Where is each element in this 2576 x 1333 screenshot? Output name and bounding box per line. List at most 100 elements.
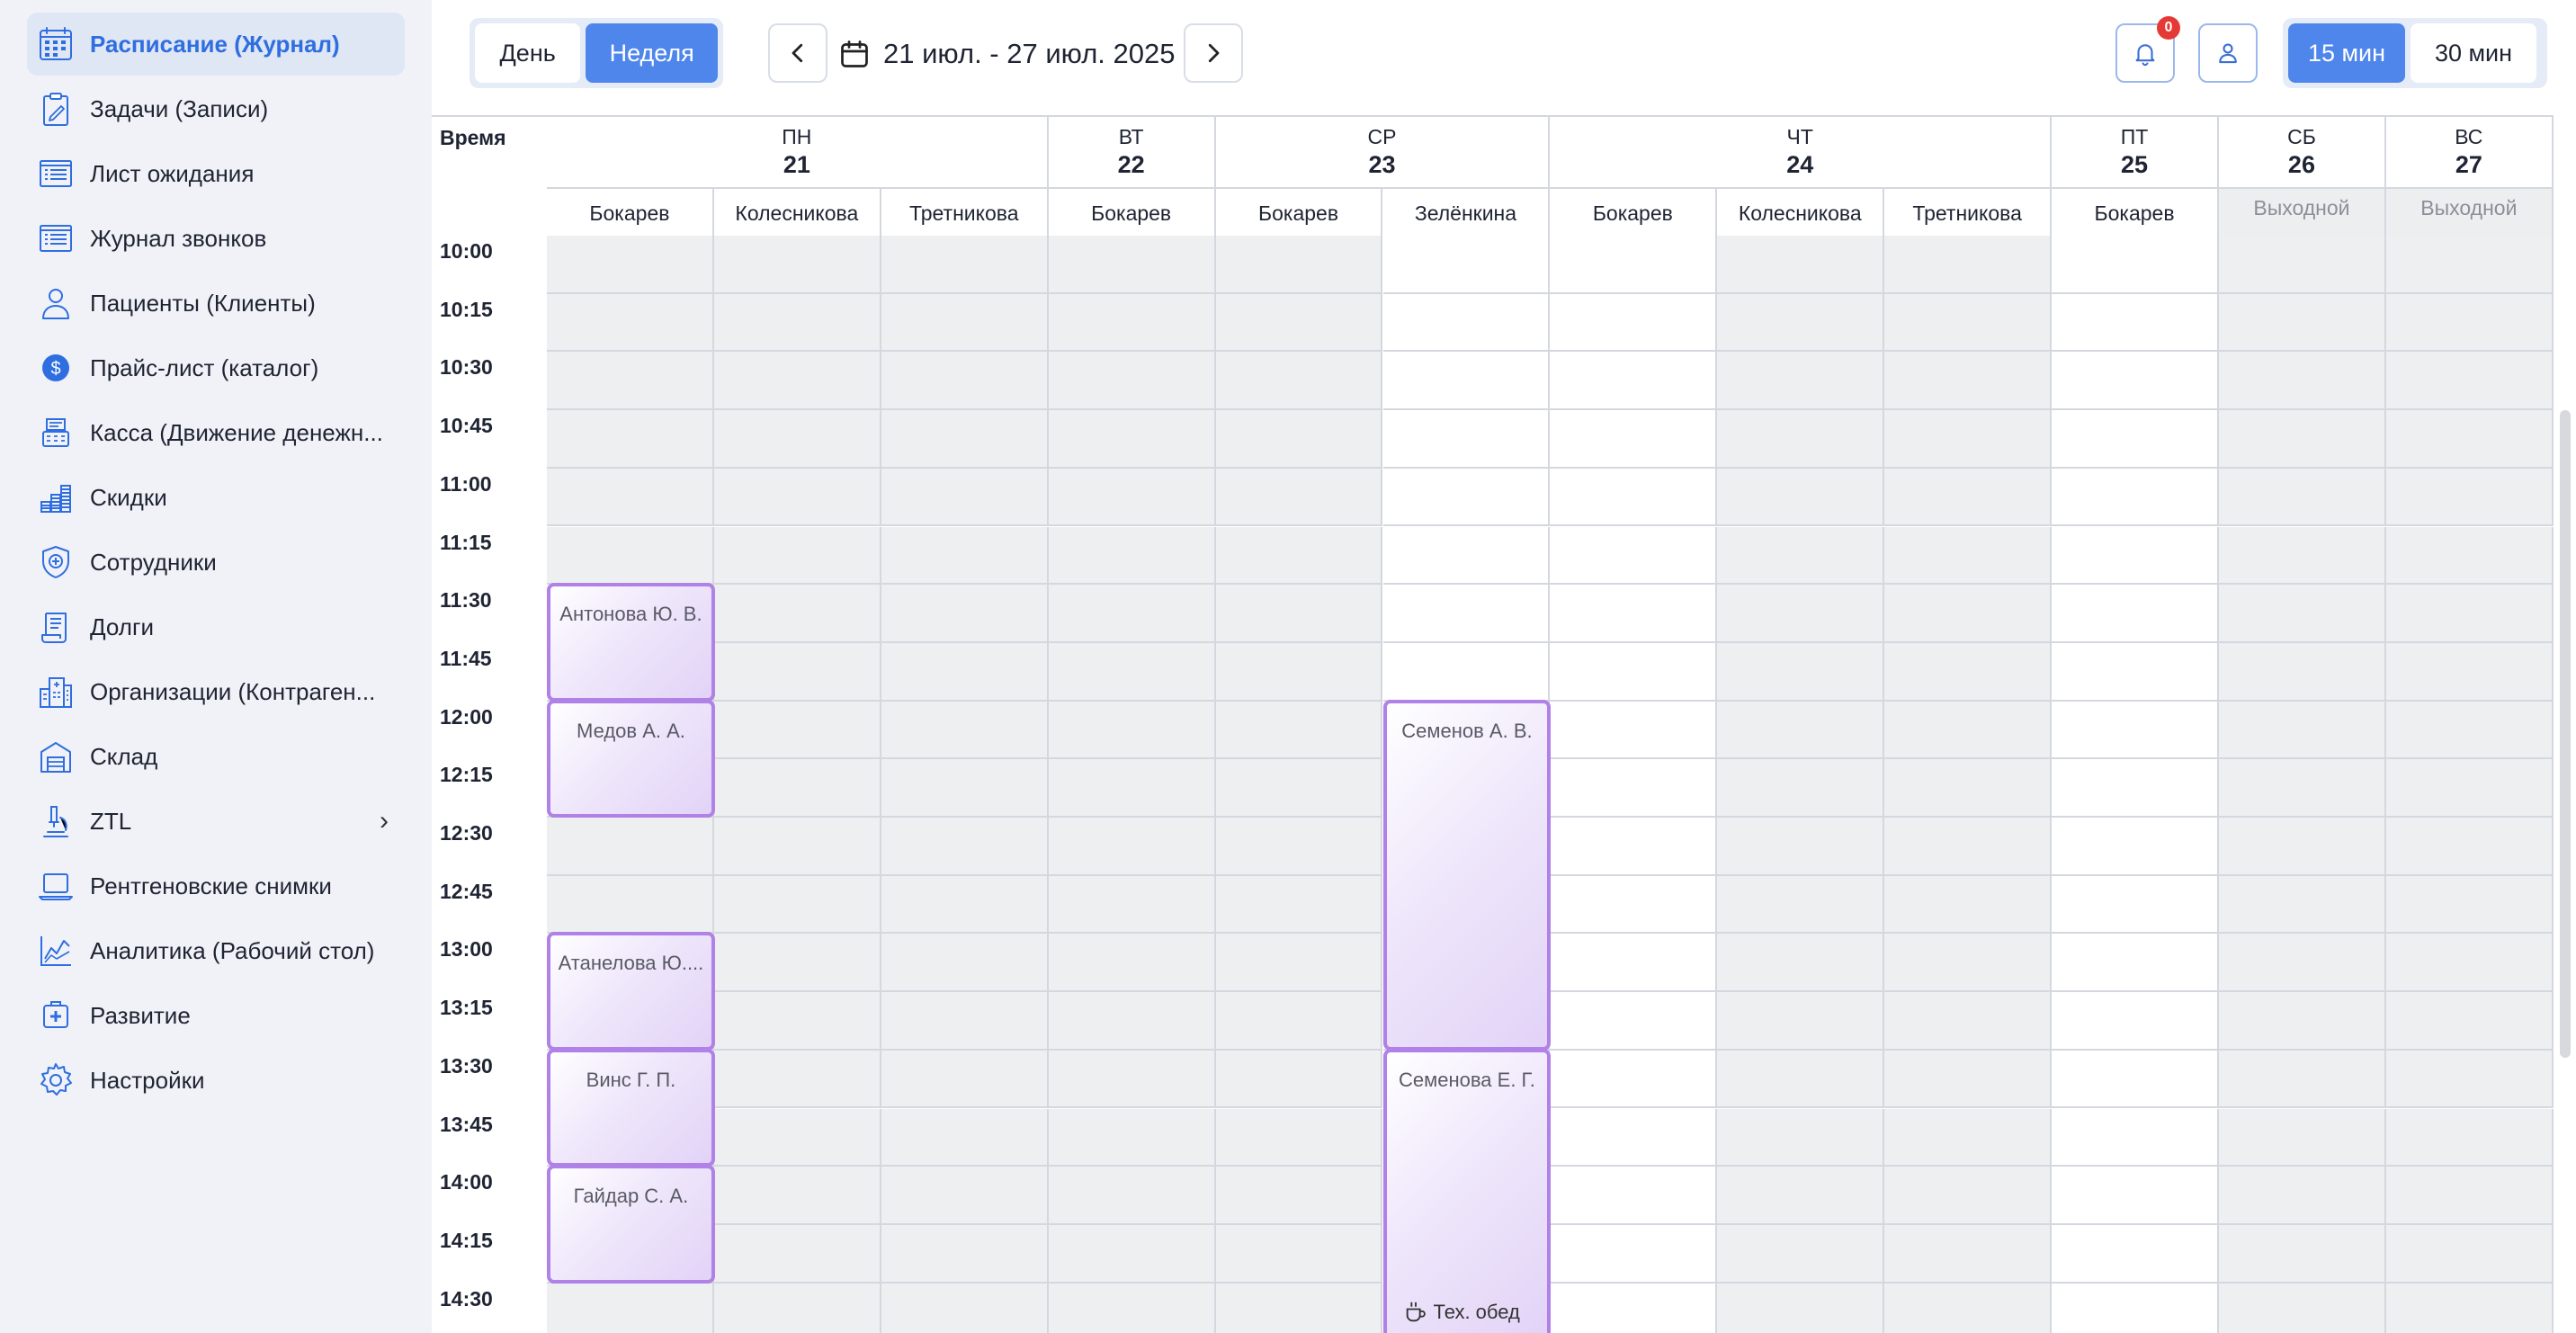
time-slot[interactable]	[1550, 701, 1718, 760]
time-slot[interactable]	[1215, 701, 1383, 760]
time-slot[interactable]	[1048, 1283, 1216, 1333]
sidebar-item-17[interactable]: Настройки	[27, 1049, 405, 1112]
time-slot[interactable]	[1550, 1108, 1718, 1167]
view-day-button[interactable]: День	[475, 23, 581, 83]
time-slot[interactable]	[1215, 585, 1383, 643]
time-slot[interactable]	[1048, 818, 1216, 876]
time-slot[interactable]	[1550, 642, 1718, 702]
time-slot[interactable]	[547, 293, 714, 353]
time-slot[interactable]	[1884, 352, 2053, 411]
time-slot[interactable]	[1048, 236, 1216, 294]
time-slot[interactable]	[2052, 352, 2219, 411]
time-slot[interactable]	[1550, 585, 1718, 643]
time-slot[interactable]	[547, 875, 714, 935]
next-week-button[interactable]	[1184, 23, 1243, 83]
time-slot[interactable]	[1550, 526, 1718, 586]
sidebar-item-13[interactable]: ZTL ›	[27, 790, 405, 853]
step-30-button[interactable]: 30 мин	[2411, 23, 2536, 83]
time-slot[interactable]	[1550, 818, 1718, 876]
time-slot[interactable]	[2052, 759, 2219, 818]
time-slot[interactable]	[713, 468, 881, 527]
time-slot[interactable]	[1717, 1283, 1885, 1333]
appointment-card[interactable]: Семенова Е. Г.	[1382, 1048, 1552, 1333]
time-slot[interactable]	[2052, 818, 2219, 876]
time-slot[interactable]	[547, 236, 714, 294]
appointment-card[interactable]: Атанелова Ю....	[547, 932, 715, 1051]
time-slot[interactable]	[1884, 468, 2053, 527]
time-slot[interactable]	[1215, 410, 1383, 469]
time-slot[interactable]	[1215, 293, 1383, 353]
time-slot[interactable]	[881, 352, 1049, 411]
time-slot[interactable]	[1884, 1108, 2053, 1167]
time-slot[interactable]	[1884, 875, 2053, 935]
time-slot[interactable]	[881, 1167, 1049, 1225]
time-slot[interactable]	[1215, 1167, 1383, 1225]
time-slot[interactable]	[1215, 642, 1383, 702]
time-slot[interactable]	[1048, 992, 1216, 1051]
time-slot[interactable]	[881, 410, 1049, 469]
time-slot[interactable]	[881, 642, 1049, 702]
time-slot[interactable]	[1382, 236, 1551, 294]
time-slot[interactable]	[2052, 293, 2219, 353]
vertical-scrollbar[interactable]	[2560, 410, 2571, 1058]
time-slot[interactable]	[2052, 1224, 2219, 1284]
time-slot[interactable]	[1550, 352, 1718, 411]
time-slot[interactable]	[1382, 585, 1551, 643]
time-slot[interactable]	[1717, 1050, 1885, 1109]
sidebar-item-6[interactable]: $ Прайс-лист (каталог)	[27, 336, 405, 399]
time-slot[interactable]	[1884, 818, 2053, 876]
time-slot[interactable]	[2052, 526, 2219, 586]
time-slot[interactable]	[1550, 293, 1718, 353]
time-slot[interactable]	[1717, 352, 1885, 411]
time-slot[interactable]	[713, 818, 881, 876]
time-slot[interactable]	[881, 468, 1049, 527]
time-slot[interactable]	[1215, 1224, 1383, 1284]
time-slot[interactable]	[713, 1224, 881, 1284]
time-slot[interactable]	[713, 1050, 881, 1109]
appointment-card[interactable]: Антонова Ю. В.	[547, 583, 715, 702]
time-slot[interactable]	[547, 468, 714, 527]
time-slot[interactable]	[713, 642, 881, 702]
appointment-card[interactable]: Винс Г. П.	[547, 1048, 715, 1167]
sidebar-item-16[interactable]: Развитие	[27, 984, 405, 1047]
time-slot[interactable]	[1717, 1108, 1885, 1167]
doctor-header[interactable]: Бокарев	[1049, 189, 1216, 236]
time-slot[interactable]	[713, 1108, 881, 1167]
time-slot[interactable]	[1048, 585, 1216, 643]
time-slot[interactable]	[1215, 875, 1383, 935]
time-slot[interactable]	[1048, 352, 1216, 411]
time-slot[interactable]	[1884, 759, 2053, 818]
time-slot[interactable]	[1215, 934, 1383, 993]
time-slot[interactable]	[1215, 352, 1383, 411]
time-slot[interactable]	[1717, 642, 1885, 702]
time-slot[interactable]	[2052, 701, 2219, 760]
doctor-header[interactable]: Колесникова	[714, 189, 881, 236]
time-slot[interactable]	[1550, 468, 1718, 527]
time-slot[interactable]	[1550, 1224, 1718, 1284]
time-slot[interactable]	[1550, 1167, 1718, 1225]
time-slot[interactable]	[713, 585, 881, 643]
time-slot[interactable]	[1550, 759, 1718, 818]
time-slot[interactable]	[547, 410, 714, 469]
time-slot[interactable]	[1048, 759, 1216, 818]
sidebar-item-9[interactable]: Сотрудники	[27, 531, 405, 594]
time-slot[interactable]	[1717, 934, 1885, 993]
time-slot[interactable]	[1550, 934, 1718, 993]
time-slot[interactable]	[881, 818, 1049, 876]
time-slot[interactable]	[713, 701, 881, 760]
time-slot[interactable]	[2052, 1108, 2219, 1167]
view-week-button[interactable]: Неделя	[586, 23, 718, 83]
time-slot[interactable]	[1215, 818, 1383, 876]
sidebar-item-4[interactable]: Журнал звонков	[27, 207, 405, 270]
time-slot[interactable]	[1884, 1283, 2053, 1333]
time-slot[interactable]	[547, 1283, 714, 1333]
sidebar-item-15[interactable]: Аналитика (Рабочий стол)	[27, 919, 405, 982]
doctor-header[interactable]: Бокарев	[1216, 189, 1383, 236]
time-slot[interactable]	[1215, 236, 1383, 294]
doctor-header[interactable]: Бокарев	[2052, 189, 2219, 236]
time-slot[interactable]	[1550, 1283, 1718, 1333]
appointment-card[interactable]: Гайдар С. А.	[547, 1165, 715, 1284]
time-slot[interactable]	[1048, 526, 1216, 586]
time-slot[interactable]	[1884, 1167, 2053, 1225]
prev-week-button[interactable]	[768, 23, 827, 83]
